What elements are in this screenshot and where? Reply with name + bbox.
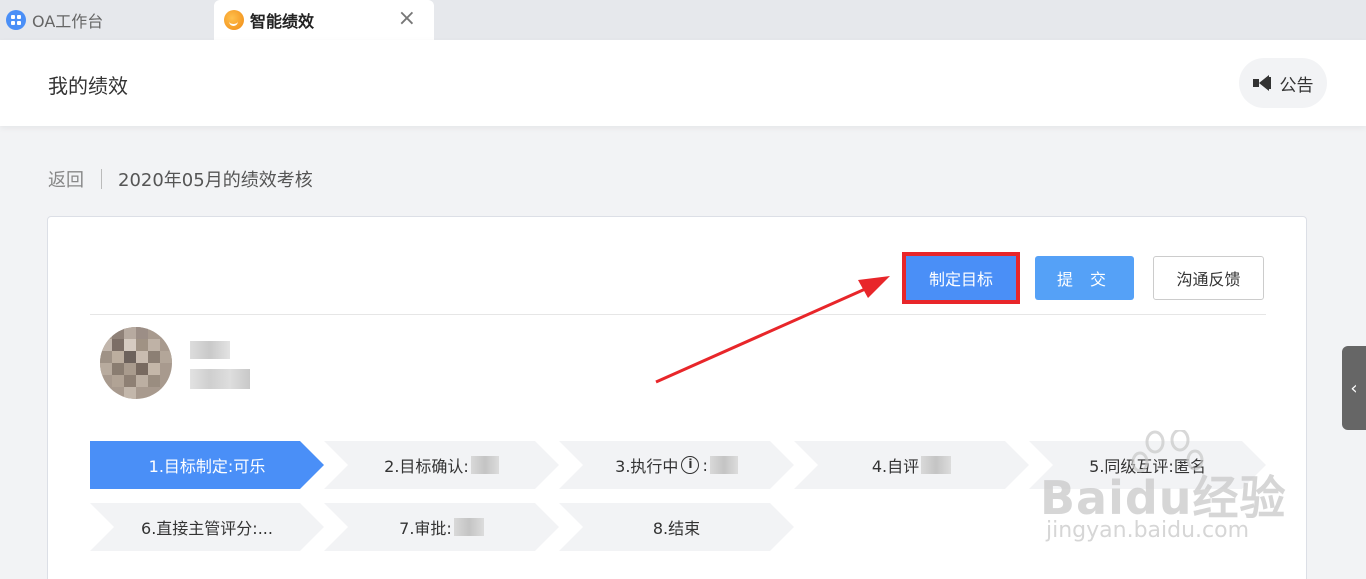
- megaphone-icon: [1252, 75, 1275, 91]
- step-label: 1.目标制定:可乐: [148, 457, 266, 476]
- step-item[interactable]: 8.结束: [559, 503, 794, 551]
- breadcrumb-current: 2020年05月的绩效考核: [118, 170, 313, 191]
- step-label: 6.直接主管评分:...: [141, 519, 273, 538]
- user-name-redacted: [190, 341, 230, 359]
- notice-button[interactable]: 公告: [1239, 58, 1327, 108]
- step-item[interactable]: 4.自评: [794, 441, 1029, 489]
- page-header: 我的绩效 公告: [0, 40, 1366, 126]
- step-item[interactable]: 2.目标确认:: [324, 441, 559, 489]
- page-title: 我的绩效: [48, 74, 128, 98]
- step-label-suffix: :: [702, 455, 708, 475]
- step-label: 7.审批:: [399, 519, 452, 538]
- submit-button[interactable]: 提 交: [1035, 256, 1134, 300]
- app-logo-icon: [224, 10, 244, 30]
- baidu-watermark: Baidu经验 jingyan.baidu.com: [1040, 428, 1340, 560]
- back-link[interactable]: 返回: [48, 166, 84, 192]
- grid-icon: [6, 10, 26, 30]
- breadcrumb-divider: [101, 169, 102, 189]
- step-label: 2.目标确认:: [384, 457, 469, 476]
- chevron-left-icon: ‹: [1350, 377, 1358, 399]
- step-item[interactable]: 7.审批:: [324, 503, 559, 551]
- close-icon[interactable]: ×: [398, 8, 416, 30]
- tab-smart-performance[interactable]: 智能绩效 ×: [214, 0, 434, 40]
- tab-bar: OA工作台 智能绩效 ×: [0, 0, 1366, 40]
- step-item[interactable]: 6.直接主管评分:...: [90, 503, 324, 551]
- redacted-block: [471, 456, 499, 474]
- tab-oa-workbench[interactable]: OA工作台: [0, 0, 212, 40]
- step-item[interactable]: 1.目标制定:可乐: [90, 441, 324, 489]
- feedback-button[interactable]: 沟通反馈: [1153, 256, 1264, 300]
- redacted-block: [921, 456, 951, 474]
- step-label: 8.结束: [652, 519, 701, 538]
- divider: [90, 314, 1266, 315]
- step-label: 4.自评: [871, 457, 920, 476]
- watermark-url: jingyan.baidu.com: [1046, 518, 1250, 543]
- info-icon[interactable]: i: [681, 456, 699, 474]
- user-department-redacted: [190, 369, 250, 389]
- avatar: [100, 327, 172, 399]
- step-label: 3.执行中: [615, 457, 679, 476]
- redacted-block: [710, 456, 738, 474]
- redacted-block: [454, 518, 484, 536]
- notice-label: 公告: [1279, 75, 1314, 96]
- tab-label: OA工作台: [32, 12, 104, 31]
- breadcrumb: 返回 2020年05月的绩效考核: [48, 166, 313, 192]
- step-item[interactable]: 3.执行中 i :: [559, 441, 794, 489]
- side-panel-toggle[interactable]: ‹: [1342, 346, 1366, 430]
- tab-label: 智能绩效: [250, 12, 315, 31]
- set-goal-button[interactable]: 制定目标: [902, 252, 1020, 304]
